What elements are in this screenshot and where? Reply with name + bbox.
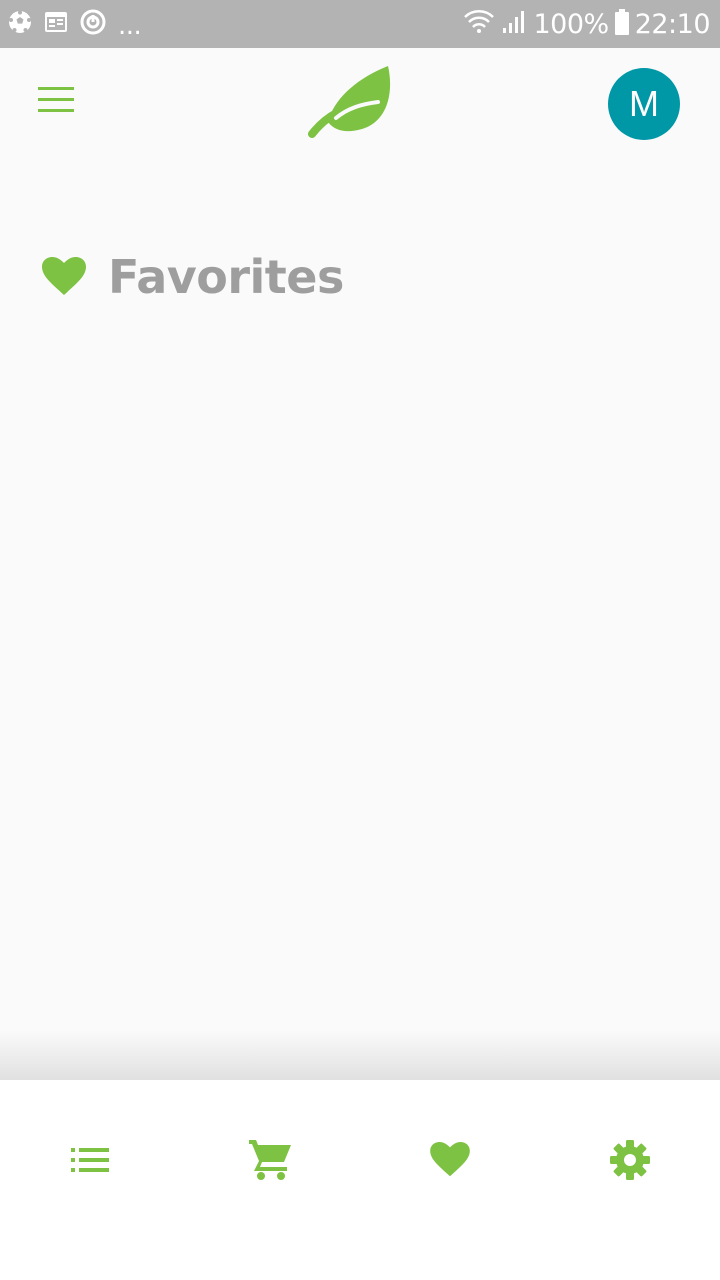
wifi-icon [463, 9, 495, 40]
cart-icon [249, 1140, 291, 1180]
status-system: 100% 22:10 [457, 8, 711, 40]
user-avatar[interactable]: M [608, 68, 680, 140]
heart-icon [42, 257, 86, 297]
leaf-logo-icon [306, 64, 394, 142]
menu-button[interactable] [24, 70, 88, 134]
calendar-icon [44, 10, 68, 39]
sync-icon [80, 9, 106, 40]
gear-icon [610, 1140, 650, 1180]
nav-cart[interactable] [180, 1080, 360, 1240]
bottom-nav [0, 1080, 720, 1280]
soccer-ball-icon [8, 10, 32, 39]
clock: 22:10 [634, 8, 711, 40]
page-title: Favorites [108, 250, 344, 304]
bottom-nav-shadow [0, 1030, 720, 1080]
status-bar: ... 100% 22:10 [0, 0, 720, 48]
battery-percent: 100% [533, 8, 609, 40]
app-bar: M [0, 48, 720, 160]
signal-icon [501, 9, 527, 40]
list-icon [71, 1148, 109, 1172]
status-notifications: ... [8, 7, 153, 41]
heart-icon [430, 1142, 470, 1178]
hamburger-menu-icon [38, 86, 74, 118]
avatar-initial: M [629, 83, 659, 124]
nav-list[interactable] [0, 1080, 180, 1240]
nav-settings[interactable] [540, 1080, 720, 1240]
status-overflow: ... [118, 11, 142, 41]
page-heading: Favorites [42, 250, 344, 304]
battery-icon [614, 8, 629, 40]
nav-favorites[interactable] [360, 1080, 540, 1240]
